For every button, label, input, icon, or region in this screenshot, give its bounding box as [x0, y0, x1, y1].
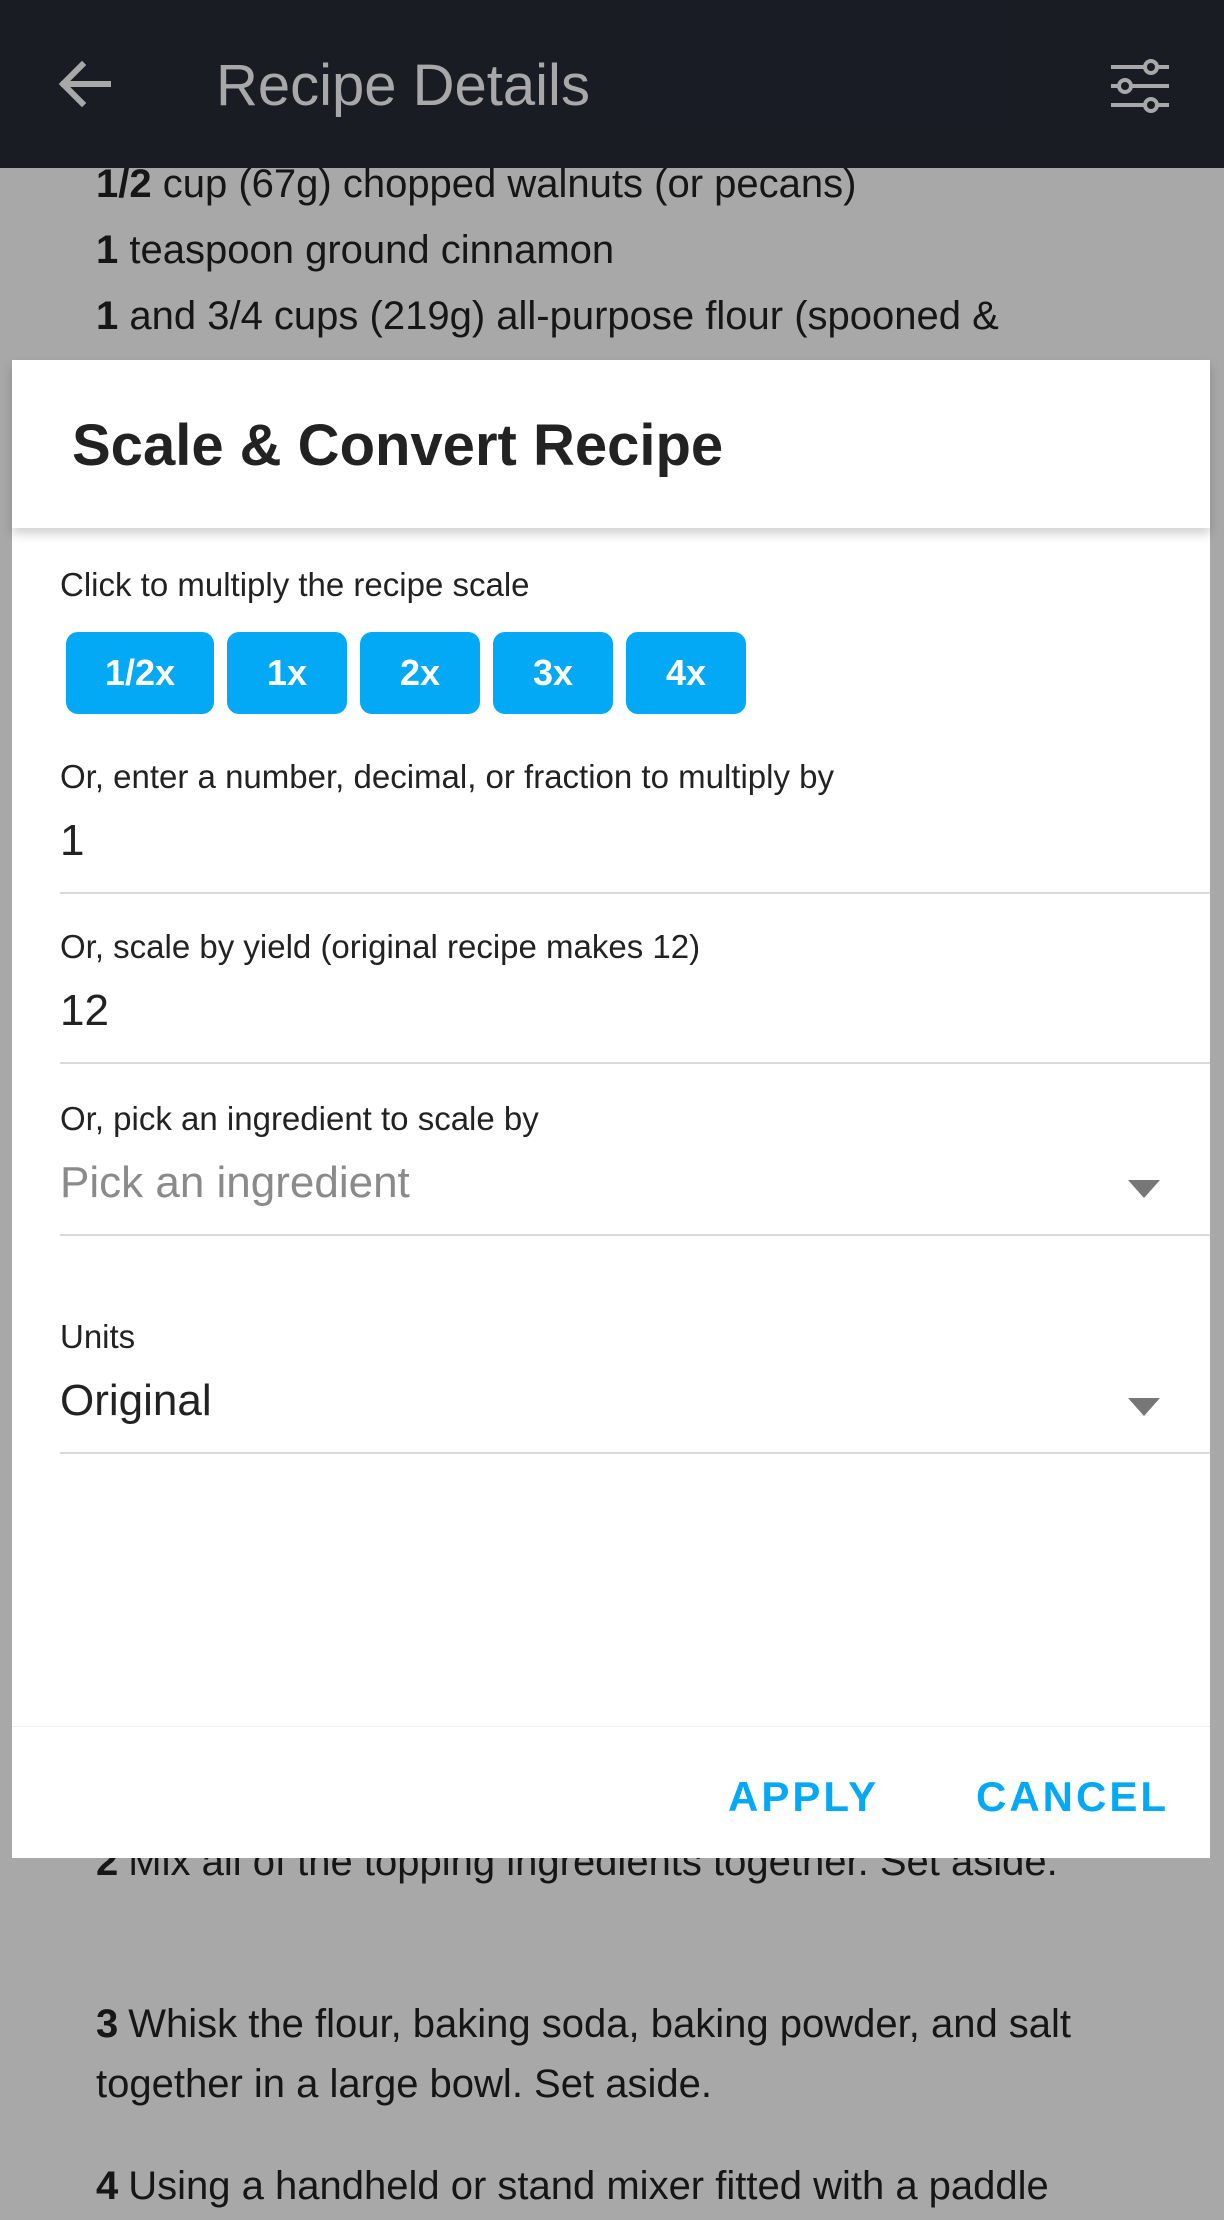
multiply-label: Click to multiply the recipe scale [60, 566, 530, 603]
ingredient-select[interactable]: Pick an ingredient [60, 1150, 1210, 1236]
multiplier-input[interactable]: 1 [60, 808, 1210, 894]
units-value: Original [60, 1376, 212, 1425]
yield-value: 12 [60, 986, 109, 1035]
dialog-title: Scale & Convert Recipe [72, 413, 724, 478]
scale-1x-button[interactable]: 1x [227, 632, 347, 714]
chevron-down-icon [1128, 1180, 1160, 1198]
cancel-button[interactable]: CANCEL [976, 1773, 1169, 1821]
multiplier-label: Or, enter a number, decimal, or fraction… [60, 758, 835, 795]
scale-3x-button[interactable]: 3x [493, 632, 613, 714]
scale-2x-button[interactable]: 2x [360, 632, 480, 714]
units-select[interactable]: Original [60, 1368, 1210, 1454]
dialog-header: Scale & Convert Recipe [12, 360, 1210, 528]
ingredient-label: Or, pick an ingredient to scale by [60, 1100, 539, 1137]
dialog-actions: APPLY CANCEL [12, 1726, 1210, 1858]
scale-convert-dialog: Scale & Convert Recipe Click to multiply… [12, 360, 1210, 1858]
scale-4x-button[interactable]: 4x [626, 632, 746, 714]
chevron-down-icon [1128, 1398, 1160, 1416]
apply-button[interactable]: APPLY [728, 1773, 879, 1821]
multiplier-value: 1 [60, 816, 85, 865]
units-label: Units [60, 1318, 136, 1355]
yield-label: Or, scale by yield (original recipe make… [60, 928, 701, 965]
ingredient-placeholder: Pick an ingredient [60, 1158, 410, 1207]
scale-half-button[interactable]: 1/2x [66, 632, 214, 714]
yield-input[interactable]: 12 [60, 978, 1210, 1064]
scale-buttons: 1/2x 1x 2x 3x 4x [66, 632, 746, 714]
